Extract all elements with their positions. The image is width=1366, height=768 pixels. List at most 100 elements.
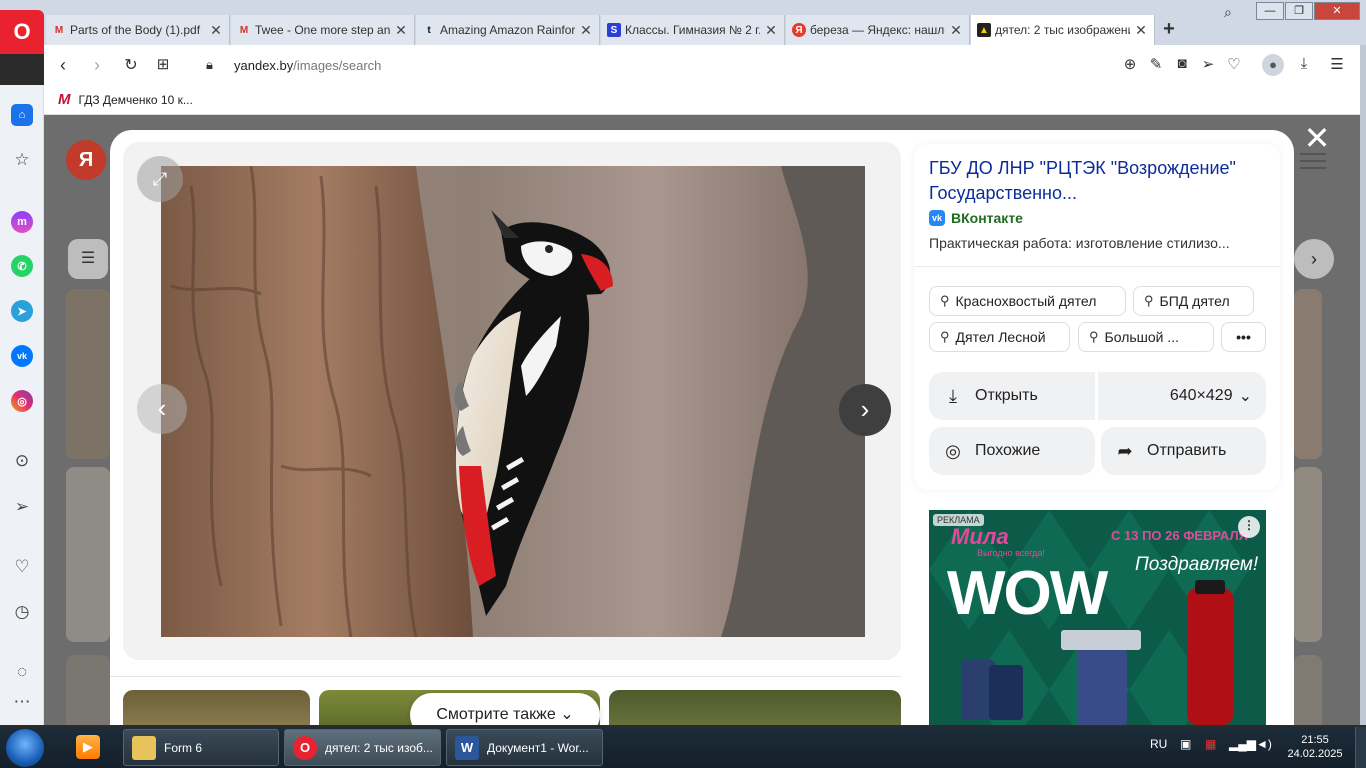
result-thumbnail[interactable] [1294,655,1322,725]
filters-icon[interactable]: ☰ [68,239,108,279]
tab-amazon-rainforest[interactable]: t Amazing Amazon Rainfore ✕ [416,15,600,45]
more-tags-button[interactable]: ••• [1221,322,1266,352]
whatsapp-icon[interactable]: ✆ [11,255,33,277]
close-tab-icon[interactable]: ✕ [949,22,963,39]
windows-taskbar: ▶ Form 6 O дятел: 2 тыс изоб... W Докуме… [0,727,1366,768]
result-thumbnail[interactable] [1294,289,1322,459]
instagram-icon[interactable]: ◎ [11,390,33,412]
taskbar-opera[interactable]: O дятел: 2 тыс изоб... [284,729,441,766]
profile-avatar[interactable]: ● [1262,54,1284,76]
result-thumbnail[interactable] [66,655,110,725]
folder-icon [132,735,156,760]
send-icon[interactable]: ➢ [1198,55,1218,73]
taskbar-folder[interactable]: Form 6 [123,729,279,766]
tab-gymnasium[interactable]: S Классы. Гимназия № 2 г. ✕ [601,15,785,45]
advertisement-banner[interactable]: РЕКЛАМА Мила Выгодно всегда! С 13 ПО 26 … [929,510,1266,725]
back-button[interactable]: ‹ [52,55,74,76]
opera-sidebar: ⌂ ☆ m ✆ ➤ vk ◎ ⊙ ➢ ♡ ◷ ◌ ⋯ [0,85,44,725]
taskbar-word[interactable]: W Документ1 - Wor... [446,729,603,766]
search-icon: ⚲ [940,293,950,308]
gdz-logo-icon: M [58,91,71,108]
player-icon[interactable]: ⊙ [11,450,33,472]
fullscreen-icon[interactable]: ⤢ [137,156,183,202]
bookmark-gdz[interactable]: M ГДЗ Демченко 10 к... [58,91,193,108]
vk-icon[interactable]: vk [11,345,33,367]
close-viewer-icon[interactable]: ✕ [1300,122,1334,156]
result-thumbnail[interactable] [1294,467,1322,642]
bookmarks-star-icon[interactable]: ☆ [11,149,33,171]
url-field[interactable]: yandex.by/images/search [234,58,381,73]
tag-chip[interactable]: ⚲ Краснохвостый дятел [929,286,1126,316]
lens-icon: ◎ [945,440,961,461]
favorites-heart-icon[interactable]: ♡ [11,556,33,578]
home-icon[interactable]: ⌂ [11,104,33,126]
zoom-icon[interactable]: ⊕ [1120,55,1140,73]
source-site[interactable]: vk ВКонтакте [929,210,1023,226]
similar-button[interactable]: ◎ Похожие [929,427,1095,475]
search-icon: ⚲ [1089,329,1099,344]
lock-icon: 🔒︎ [206,57,213,72]
new-tab-button[interactable]: + [1158,18,1180,40]
tab-bereza[interactable]: Я береза — Яндекс: нашлос ✕ [786,15,970,45]
network-icon[interactable]: ▣ [1180,737,1191,751]
notifications-icon[interactable]: ◌ [11,661,33,683]
tag-chip[interactable]: ⚲ Большой ... [1078,322,1214,352]
more-sidebar-icon[interactable]: ⋯ [11,691,33,713]
media-player-icon[interactable]: ▶ [64,729,112,766]
divider [110,676,901,677]
result-thumbnail[interactable] [66,289,110,459]
tab-dyatel[interactable]: ▲ дятел: 2 тыс изображений ✕ [971,15,1155,45]
security-icon[interactable]: ▦ [1205,737,1216,751]
forward-button[interactable]: › [86,55,108,76]
language-indicator[interactable]: RU [1150,737,1167,751]
scrollbar[interactable] [1360,45,1366,725]
search-icon: ⚲ [940,329,950,344]
share-button[interactable]: ➦ Отправить [1101,427,1266,475]
tabs-grid-icon[interactable]: ⊞ [152,55,174,73]
opera-menu-button[interactable]: O [0,10,44,54]
woodpecker-photo[interactable] [161,166,865,637]
similar-thumbnail[interactable] [609,690,901,725]
telegram-icon[interactable]: ➤ [11,300,33,322]
start-button[interactable] [6,729,44,767]
next-image-button[interactable]: › [839,384,891,436]
previous-image-button[interactable]: ‹ [137,384,187,434]
open-image-button[interactable]: ⤓ Открыть [929,372,1095,420]
minimize-button[interactable]: — [1256,2,1284,20]
close-tab-icon[interactable]: ✕ [209,22,223,39]
tag-chip[interactable]: ⚲ БПД дятел [1133,286,1254,316]
signal-icon[interactable]: ▂▄▆ [1229,737,1256,751]
volume-icon[interactable]: ◄) [1256,737,1272,751]
camera-icon[interactable]: ◙ [1172,55,1192,72]
reload-button[interactable]: ↻ [120,55,142,75]
chevron-down-icon: ⌄ [560,706,574,723]
edit-icon[interactable]: ✎ [1146,55,1166,73]
see-also-button[interactable]: Смотрите также ⌄ [410,693,600,725]
close-tab-icon[interactable]: ✕ [764,22,778,39]
show-desktop-button[interactable] [1355,727,1366,768]
tab-twee[interactable]: M Twee - One more step and ✕ [231,15,415,45]
history-clock-icon[interactable]: ◷ [11,601,33,623]
yandex-logo[interactable]: Я [66,140,106,180]
carousel-next-icon[interactable]: › [1294,239,1334,279]
download-icon[interactable]: ⤓ [1294,55,1314,72]
close-tab-icon[interactable]: ✕ [1134,22,1148,39]
close-tab-icon[interactable]: ✕ [394,22,408,39]
image-viewer: ⤢ ‹ › Смотрите также ⌄ ГБУ ДО ЛНР "РЦТЭК… [110,130,1294,725]
source-title-link[interactable]: ГБУ ДО ЛНР "РЦТЭК "Возрождение" Государс… [929,156,1259,206]
easy-setup-icon[interactable]: ☰ [1327,55,1347,73]
close-window-button[interactable]: ✕ [1314,2,1360,20]
tab-parts-of-body[interactable]: M Parts of the Body (1).pdf ✕ [46,15,230,45]
ad-options-icon[interactable]: ⋮ [1238,516,1260,538]
tag-chip[interactable]: ⚲ Дятел Лесной [929,322,1070,352]
similar-thumbnail[interactable] [123,690,310,725]
system-clock[interactable]: 21:55 24.02.2025 [1285,733,1345,761]
heart-icon[interactable]: ♡ [1224,55,1244,73]
image-size-dropdown[interactable]: 640×429 ⌄ [1098,372,1266,420]
result-thumbnail[interactable] [66,467,110,642]
maximize-button[interactable]: ❐ [1285,2,1313,20]
close-tab-icon[interactable]: ✕ [579,22,593,39]
tab-search-icon[interactable]: ⌕ [1224,4,1242,22]
messenger-icon[interactable]: m [11,211,33,233]
send-sidebar-icon[interactable]: ➢ [11,496,33,518]
